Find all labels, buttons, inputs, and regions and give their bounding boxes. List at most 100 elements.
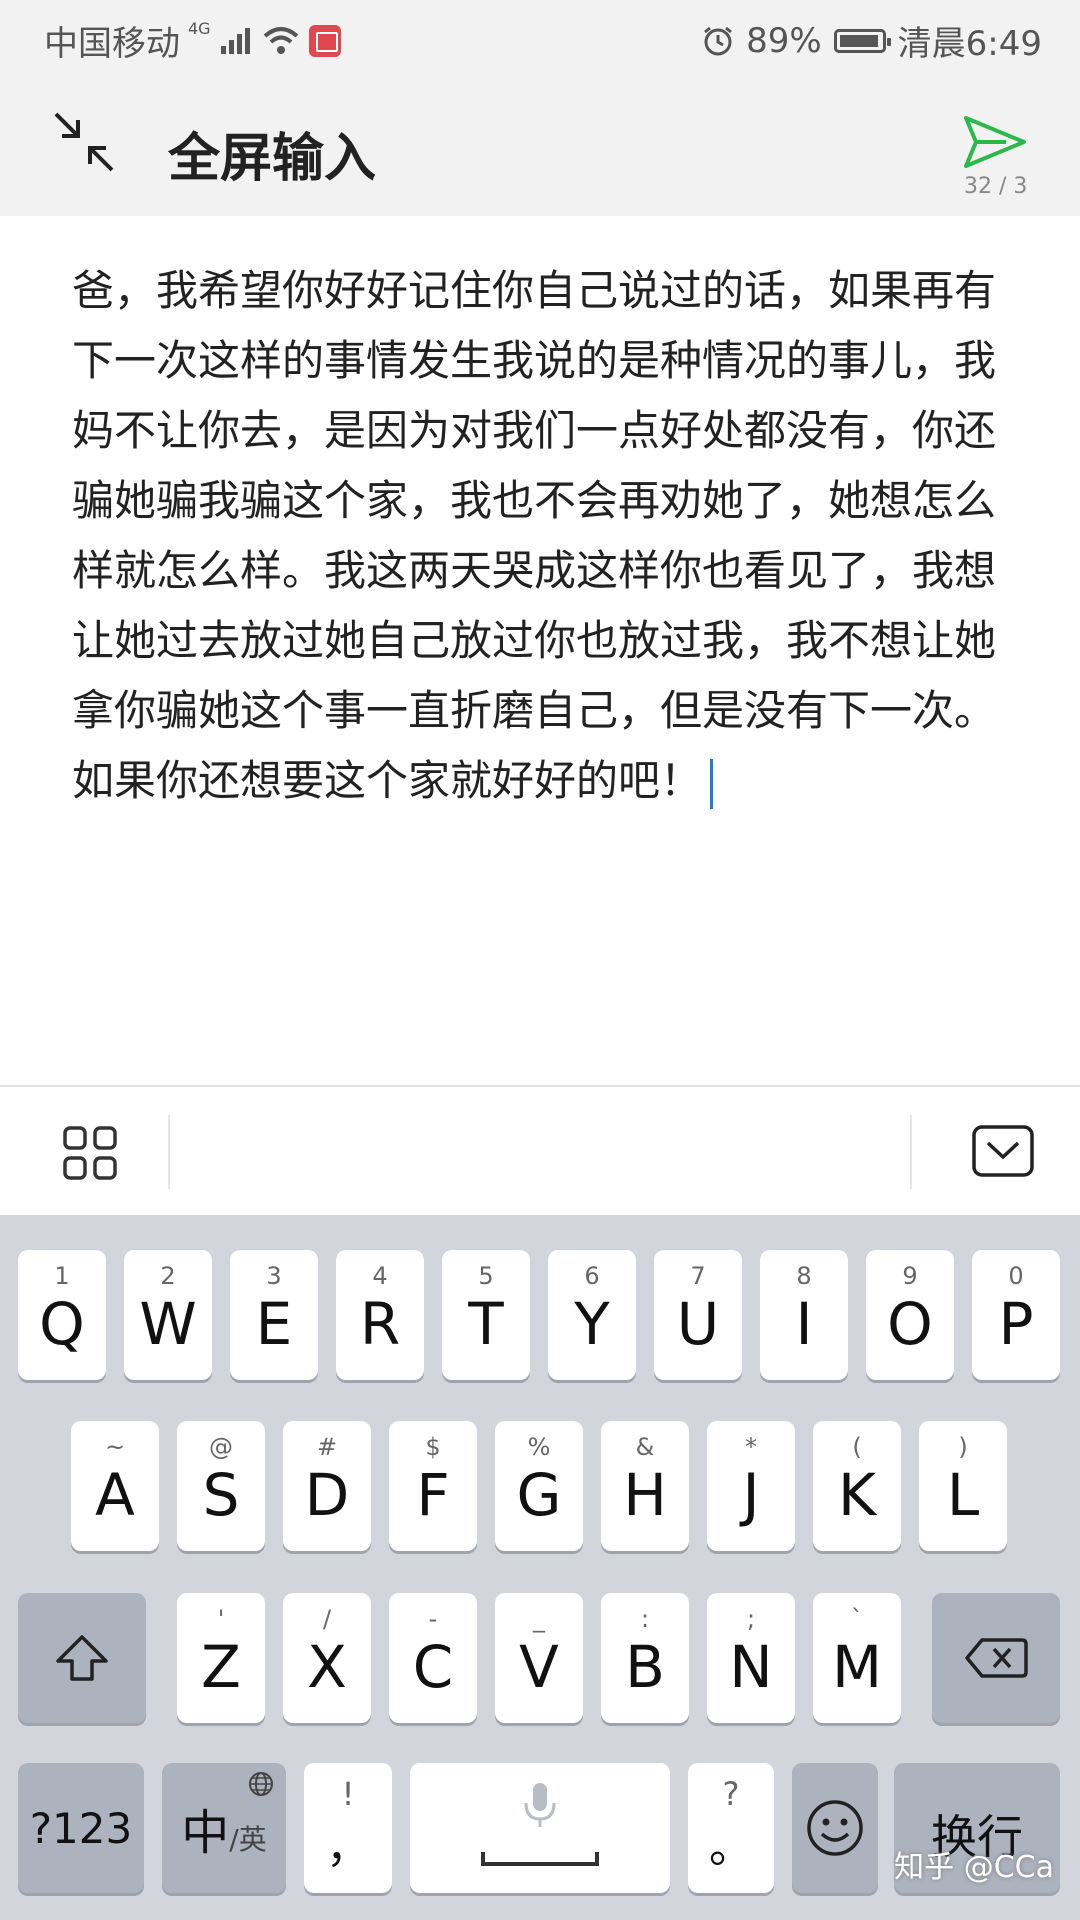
key-hint: ' [217, 1605, 225, 1633]
shift-icon [56, 1635, 108, 1681]
key-label: L [946, 1461, 980, 1529]
key-o[interactable]: 9O [866, 1250, 954, 1380]
emoji-key[interactable] [792, 1763, 878, 1893]
exit-fullscreen-icon[interactable] [52, 110, 116, 174]
key-p[interactable]: 0P [972, 1250, 1060, 1380]
app-header: 全屏输入 32 / 3 [0, 76, 1080, 216]
key-a[interactable]: ~ A [71, 1421, 159, 1551]
toolbar-separator [168, 1115, 170, 1189]
key-g[interactable]: % G [495, 1421, 583, 1551]
key-s[interactable]: @ S [177, 1421, 265, 1551]
signal-icon [220, 27, 250, 54]
key-t[interactable]: 5T [442, 1250, 530, 1380]
key-hint: ) [958, 1433, 968, 1461]
period-key-label: 。 [709, 1822, 753, 1873]
numbers-key-label: ?123 [29, 1803, 133, 1853]
emoji-icon [807, 1800, 863, 1856]
language-key-sub: /英 [229, 1823, 267, 1856]
key-label: A [95, 1461, 135, 1529]
key-x[interactable]: / X [283, 1593, 371, 1723]
key-hint: / [322, 1605, 332, 1633]
key-z[interactable]: ' Z [177, 1593, 265, 1723]
page-title: 全屏输入 [168, 129, 377, 189]
key-hint: _ [533, 1605, 545, 1633]
key-hint: 7 [690, 1262, 706, 1290]
spacebar-icon [481, 1852, 599, 1866]
key-y[interactable]: 6Y [548, 1250, 636, 1380]
key-c[interactable]: -C [389, 1593, 477, 1723]
key-hint: 1 [54, 1262, 70, 1290]
key-hint: ~ [104, 1433, 126, 1461]
key-label: T [468, 1290, 504, 1358]
key-i[interactable]: 8I [760, 1250, 848, 1380]
key-label: Q [39, 1290, 85, 1358]
key-v[interactable]: _ V [495, 1593, 583, 1723]
key-hint: 3 [266, 1262, 282, 1290]
period-key[interactable]: ? 。 [688, 1763, 774, 1893]
key-label: C [412, 1633, 454, 1701]
key-label: I [795, 1290, 813, 1358]
network-type: 4G [188, 19, 211, 38]
key-m[interactable]: ` M [813, 1593, 901, 1723]
watermark: 知乎 @CCa [894, 1850, 1054, 1885]
language-key[interactable]: 中 /英 [162, 1763, 286, 1893]
key-w[interactable]: 2W [124, 1250, 212, 1380]
text-cursor [710, 758, 714, 809]
key-label: Z [201, 1633, 241, 1701]
key-label: S [202, 1461, 240, 1529]
key-f[interactable]: $ F [389, 1421, 477, 1551]
space-key[interactable] [410, 1763, 670, 1893]
key-label: U [676, 1290, 720, 1358]
key-hint: * [745, 1433, 757, 1461]
key-l[interactable]: ) L [919, 1421, 1007, 1551]
key-q[interactable]: 1Q [18, 1250, 106, 1380]
key-hint: # [316, 1433, 338, 1461]
key-label: W [139, 1290, 197, 1358]
text-editor[interactable]: 爸，我希望你好好记住你自己说过的话，如果再有下一次这样的事情发生我说的是种情况的… [72, 256, 1012, 816]
numbers-key[interactable]: ?123 [18, 1763, 144, 1893]
alarm-icon [704, 26, 732, 55]
send-icon[interactable] [962, 114, 1028, 170]
comma-key[interactable]: ! ， [304, 1763, 392, 1893]
key-label: H [623, 1461, 667, 1529]
comma-key-label: ， [326, 1822, 370, 1873]
key-label: P [998, 1290, 1034, 1358]
clock: 清晨6:49 [897, 24, 1042, 64]
shift-key[interactable] [18, 1593, 146, 1723]
key-j[interactable]: * J [707, 1421, 795, 1551]
hide-keyboard-icon[interactable] [972, 1125, 1034, 1177]
key-hint: 9 [902, 1262, 918, 1290]
toolbar-separator [910, 1115, 912, 1189]
period-key-hint: ? [722, 1775, 740, 1813]
key-label: X [307, 1633, 347, 1701]
key-label: F [416, 1461, 450, 1529]
key-d[interactable]: # D [283, 1421, 371, 1551]
key-hint: 2 [160, 1262, 176, 1290]
status-right: 89% 清晨6:49 [702, 16, 1042, 65]
key-hint: $ [425, 1433, 441, 1461]
key-b[interactable]: :B [601, 1593, 689, 1723]
key-h[interactable]: & H [601, 1421, 689, 1551]
key-label: N [729, 1633, 773, 1701]
key-r[interactable]: 4R [336, 1250, 424, 1380]
status-left: 中国移动 4G [44, 16, 341, 65]
key-n[interactable]: ; N [707, 1593, 795, 1723]
key-hint: - [428, 1605, 438, 1633]
key-label: V [519, 1633, 559, 1701]
key-hint: 8 [796, 1262, 812, 1290]
key-hint: @ [209, 1433, 233, 1461]
key-e[interactable]: 3E [230, 1250, 318, 1380]
backspace-key[interactable] [932, 1593, 1060, 1723]
globe-icon [249, 1772, 273, 1796]
key-label: O [887, 1290, 933, 1358]
battery-percent: 89% [746, 20, 822, 61]
microphone-icon [524, 1783, 556, 1827]
key-k[interactable]: (K [813, 1421, 901, 1551]
grid-menu-icon[interactable] [62, 1125, 118, 1181]
soft-keyboard: 1Q2W3E4R5T6Y7U8I9O0P ~ A @ S # D $ F% G & H * J(K) L … [0, 1215, 1080, 1920]
key-hint: ( [852, 1433, 862, 1461]
key-label: R [359, 1290, 401, 1358]
key-hint: % [527, 1433, 551, 1461]
backspace-icon [965, 1638, 1028, 1678]
key-u[interactable]: 7U [654, 1250, 742, 1380]
